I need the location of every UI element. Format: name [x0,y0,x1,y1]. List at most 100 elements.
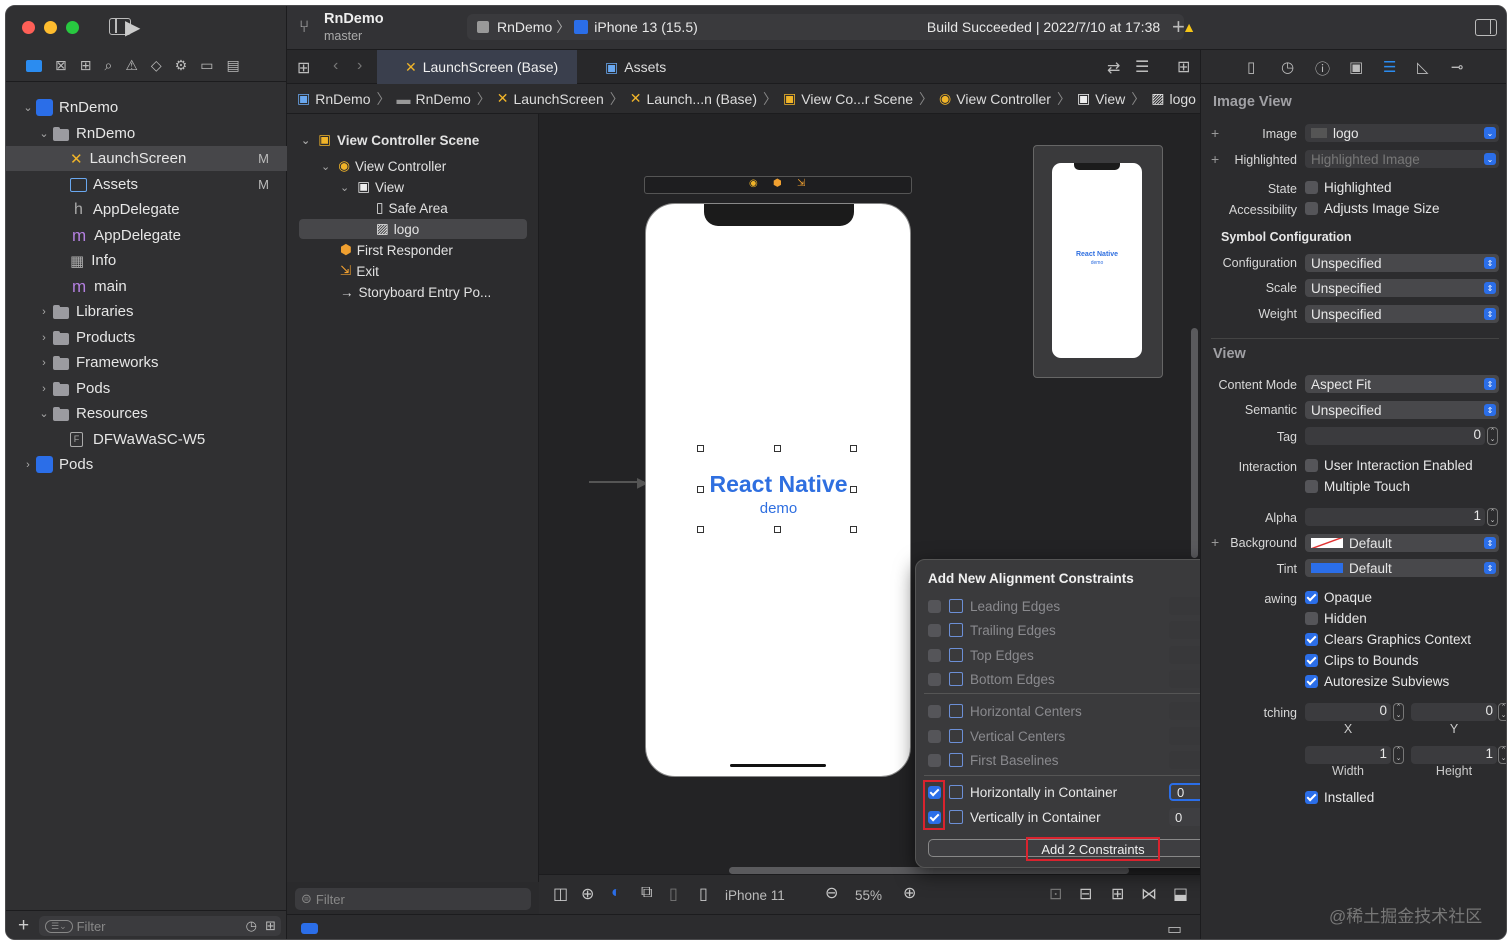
breadcrumb-item[interactable]: View [1095,91,1125,107]
outline-entry-point[interactable]: → Storyboard Entry Po... [340,282,491,302]
chevron-down-icon[interactable]: ⌄ [36,127,52,140]
identity-icon[interactable]: ▣ [1349,58,1363,76]
split-icon[interactable]: ▯ [669,884,678,904]
checkbox-checked[interactable] [1305,633,1318,646]
stretch-x-stepper[interactable]: ⌃ ⌄ [1393,703,1404,721]
constraint-vertically-in-container[interactable]: Vertically in Container [928,807,1101,827]
grid-icon[interactable]: ⊞ [297,58,310,78]
chevron-down-icon[interactable]: ⌄ [340,181,349,194]
outline-view[interactable]: ⌄ ▣ View [340,177,404,197]
user-interaction-checkbox[interactable]: User Interaction Enabled [1305,458,1473,473]
pin-icon[interactable]: ⊞ [1111,884,1124,904]
filter-options-icon[interactable]: ⊞ [265,918,276,934]
tree-item-group[interactable]: ⌄ RnDemo [6,121,287,146]
minimize-window-button[interactable] [44,21,57,34]
folder-icon[interactable] [26,59,42,72]
checkbox[interactable] [1305,480,1318,493]
inspector-toggle-icon[interactable] [1475,19,1497,36]
size-icon[interactable]: ◺ [1417,58,1429,76]
connections-icon[interactable]: ⊸ [1451,58,1464,76]
align-icon[interactable]: ⊟ [1079,884,1092,904]
constraint-horizontal-centers[interactable]: Horizontal Centers [928,701,1082,721]
run-icon[interactable]: ▶ [125,15,140,40]
adjusts-image-size-checkbox[interactable]: Adjusts Image Size [1305,201,1440,216]
tree-item-frameworks[interactable]: › Frameworks [6,350,287,375]
multiple-touch-checkbox[interactable]: Multiple Touch [1305,479,1410,494]
autoresize-subviews-checkbox[interactable]: Autoresize Subviews [1305,674,1449,689]
stretch-y-field[interactable]: 0 [1411,703,1497,721]
zoom-out-icon[interactable]: ⊖ [825,883,838,903]
minimap[interactable]: React Native demo [1033,145,1163,378]
search-icon[interactable]: ⌕ [104,57,112,74]
scheme-selector[interactable]: RnDemo [497,19,552,35]
scale-select[interactable]: Unspecified ⇕ [1305,279,1499,297]
resize-handle[interactable] [774,526,781,533]
constraint-horizontally-in-container[interactable]: Horizontally in Container [928,782,1117,802]
constraint-top-edges[interactable]: Top Edges [928,645,1034,665]
outline-toggle-icon[interactable]: ◫ [553,884,568,904]
tree-item-libraries[interactable]: › Libraries [6,299,287,324]
device-config-label[interactable]: iPhone 11 [725,888,785,903]
horizontal-scrollbar[interactable] [729,867,1129,874]
tree-item-info[interactable]: ▦ Info [6,248,287,273]
checkbox[interactable] [1305,181,1318,194]
chevron-down-icon[interactable]: ⌄ [1484,127,1496,139]
debug-area-toggle-icon[interactable] [301,923,318,934]
stretch-height-stepper[interactable]: ⌃ ⌄ [1498,746,1506,764]
tab-assets[interactable]: ▣ Assets [587,50,727,84]
chevron-right-icon[interactable]: › [36,357,52,369]
outline-exit[interactable]: ⇲ Exit [340,261,379,281]
checkbox[interactable] [928,623,941,637]
first-responder-icon[interactable]: ⬢ [773,178,782,189]
resize-handle[interactable] [697,526,704,533]
breakpoint-icon[interactable]: ▭ [200,57,213,74]
attributes-icon[interactable]: ☰ [1383,58,1396,76]
source-control-icon[interactable]: ⊠ [55,57,67,74]
installed-checkbox[interactable]: Installed [1305,790,1374,805]
tree-item-assets[interactable]: Assets M [6,172,287,197]
chevron-down-icon[interactable]: ⌄ [36,407,52,420]
outline-safe-area[interactable]: ▯ Safe Area [376,198,448,218]
file-icon[interactable]: ▯ [1247,58,1255,76]
resize-handle[interactable] [774,445,781,452]
breadcrumb-item[interactable]: LaunchScreen [513,91,603,107]
outline-filter-input[interactable]: ⊜ Filter [295,888,531,910]
checkbox[interactable] [928,729,941,743]
tree-item-appdelegate-h[interactable]: h AppDelegate [6,197,287,222]
clock-icon[interactable]: ◷ [246,918,257,934]
breadcrumb-item[interactable]: logo [1170,91,1196,107]
checkbox-checked[interactable] [1305,675,1318,688]
accessibility-icon[interactable]: ⊕ [581,884,594,904]
content-mode-select[interactable]: Aspect Fit ⇕ [1305,375,1499,393]
stretch-width-stepper[interactable]: ⌃ ⌄ [1393,746,1404,764]
swap-icon[interactable]: ⇄ [1107,58,1120,78]
tab-launchscreen[interactable]: ✕ LaunchScreen (Base) [377,50,577,84]
editor-options-icon[interactable]: ☰ [1135,57,1149,77]
checkbox[interactable] [928,704,941,718]
stretch-y-stepper[interactable]: ⌃ ⌄ [1498,703,1506,721]
outline-logo[interactable]: ▨ logo [376,219,419,239]
back-icon[interactable]: ‹ [333,57,338,75]
report-icon[interactable]: ▤ [226,57,239,74]
clears-graphics-context-checkbox[interactable]: Clears Graphics Context [1305,632,1471,647]
exit-icon[interactable]: ⇲ [797,178,805,189]
semantic-select[interactable]: Unspecified ⇕ [1305,401,1499,419]
breadcrumb-item[interactable]: RnDemo [415,91,470,107]
close-window-button[interactable] [22,21,35,34]
stretch-width-field[interactable]: 1 [1305,746,1391,764]
debug-icon[interactable]: ⚙ [175,57,188,74]
add-icon[interactable]: + [1211,151,1219,167]
view-controller-icon[interactable]: ◉ [749,178,758,189]
resize-handle[interactable] [697,445,704,452]
tree-item-pods-group[interactable]: › Pods [6,376,287,401]
image-field[interactable]: logo ⌄ [1305,124,1499,142]
highlighted-image-field[interactable]: Highlighted Image ⌄ [1305,150,1499,168]
branch-icon[interactable]: ⑂ [299,17,309,37]
checkbox[interactable] [928,753,941,767]
stretch-height-field[interactable]: 1 [1411,746,1497,764]
zoom-in-icon[interactable]: ⊕ [903,883,916,903]
orientation-icon[interactable]: ⧉ [641,884,652,902]
breadcrumb-item[interactable]: Launch...n (Base) [647,91,758,107]
chevron-right-icon[interactable]: › [36,332,52,344]
tree-item-project[interactable]: ⌄ RnDemo [6,95,287,120]
